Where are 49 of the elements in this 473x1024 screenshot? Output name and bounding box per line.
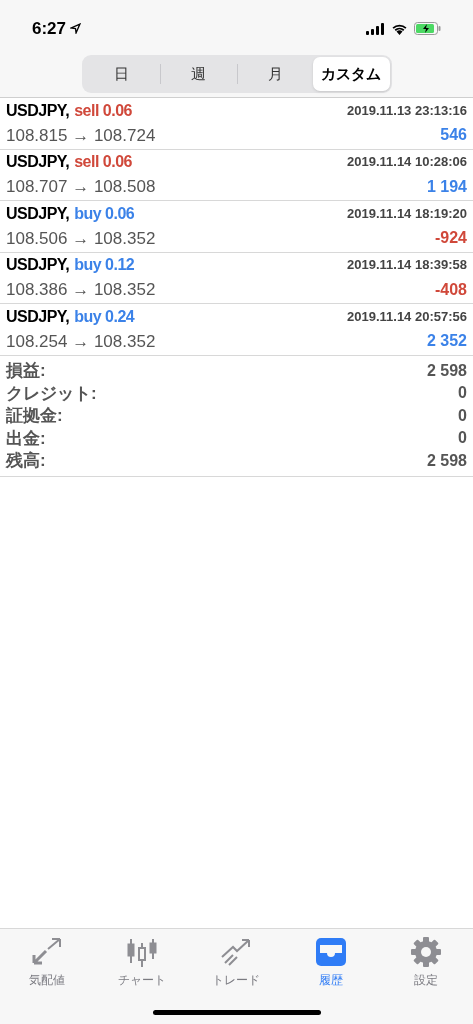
trade-profit: 546 [440, 125, 467, 146]
wifi-icon [391, 22, 408, 35]
summary-label: 出金: [6, 427, 46, 450]
trade-prices: 108.386 → 108.352 [6, 279, 156, 301]
tab-bar-item[interactable]: チャート [94, 937, 190, 989]
summary-value: 2 598 [426, 450, 467, 471]
summary-value: 0 [458, 428, 467, 449]
signal-icon [366, 22, 385, 35]
trade-symbol: USDJPY, [6, 306, 70, 327]
period-tab[interactable]: 週 [161, 57, 237, 91]
trade-prices: 108.254 → 108.352 [6, 330, 156, 353]
tab-bar-item[interactable]: 設定 [378, 937, 473, 989]
trade-order: sell 0.06 [74, 100, 132, 121]
summary-label: 損益: [6, 360, 46, 382]
trade-symbol: USDJPY, [6, 100, 70, 121]
summary-value: 0 [458, 383, 467, 404]
status-time: 6:27 [32, 17, 67, 40]
tab-bar-item[interactable]: 気配値 [0, 937, 95, 989]
charging-battery-icon [414, 22, 441, 35]
period-tab[interactable]: 日 [83, 57, 160, 91]
trade-order: buy 0.06 [74, 203, 135, 224]
trade-prices: 108.707 → 108.508 [6, 176, 156, 198]
summary-label: クレジット: [6, 382, 97, 405]
tab-bar-item[interactable]: 履歴 [283, 937, 379, 989]
summary-label: 証拠金: [6, 405, 63, 427]
trade-prices: 108.815 → 108.724 [6, 124, 156, 147]
trade-order: buy 0.24 [74, 306, 135, 327]
summary-value: 2 598 [426, 360, 467, 381]
trade-order: buy 0.12 [74, 255, 135, 275]
tab-bar-item[interactable]: トレード [189, 937, 284, 989]
trade-profit: -924 [434, 228, 467, 249]
trade-symbol: USDJPY, [6, 152, 70, 172]
trade-symbol: USDJPY, [6, 203, 70, 224]
trade-profit: 1 194 [426, 176, 467, 197]
summary-label: 残高: [6, 450, 46, 472]
trade-symbol: USDJPY, [6, 255, 70, 275]
summary-value: 0 [458, 405, 467, 426]
trade-order: sell 0.06 [74, 152, 132, 172]
trade-time: 2019.11.14 18:19:20 [347, 204, 467, 223]
trade-time: 2019.11.14 18:39:58 [347, 256, 467, 275]
trade-profit: 2 352 [426, 331, 467, 352]
trade-time: 2019.11.13 23:13:16 [347, 101, 467, 120]
trade-time: 2019.11.14 20:57:56 [347, 307, 467, 326]
trade-profit: -408 [434, 279, 467, 300]
period-tab[interactable]: 月 [237, 57, 313, 91]
location-arrow-icon [70, 23, 82, 34]
trade-time: 2019.11.14 10:28:06 [347, 153, 467, 172]
period-tab[interactable]: カスタム [313, 57, 390, 91]
trade-prices: 108.506 → 108.352 [6, 227, 156, 250]
